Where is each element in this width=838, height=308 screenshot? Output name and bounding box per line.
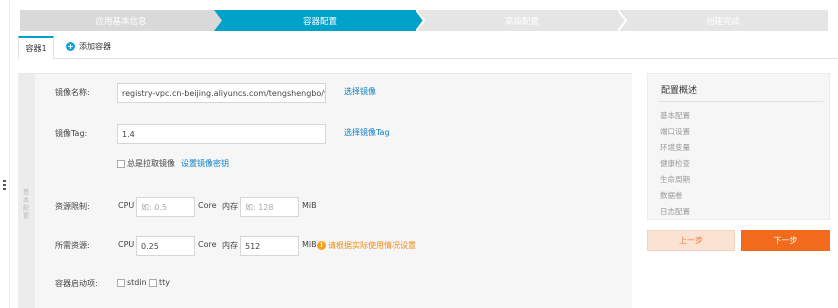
mem-limit-input[interactable]: 如: 128 [240,197,299,217]
mem-request-label: 内存 [222,241,238,250]
mem-limit-label: 内存 [222,202,238,211]
set-image-secret-link[interactable]: 设置镜像密钥 [181,158,229,169]
image-tag-input[interactable]: 1.4 [117,124,326,144]
checkbox-box[interactable] [149,278,157,287]
always-pull-checkbox[interactable]: 总是拉取镜像 [117,158,175,169]
step-progress-bar: 应用基本信息 容器配置 高级配置 创建完成 [20,10,828,31]
container-tabs: 容器1 + 添加容器 [18,36,838,60]
mem-limit-mib-label: MiB [302,201,317,210]
mem-request-mib-label: MiB [302,240,317,249]
startup-options-label: 容器启动项: [55,279,98,288]
summary-item-basic[interactable]: 基本配置 [660,110,690,121]
checkbox-box[interactable] [117,159,125,168]
add-container-button[interactable]: + 添加容器 [66,41,111,52]
cpu-limit-core-label: Core [198,201,217,210]
plus-circle-icon: + [66,42,75,51]
cpu-request-unit-label: CPU [118,240,135,249]
summary-item-lifecycle[interactable]: 生命周期 [660,174,690,185]
checkbox-box[interactable] [117,278,125,287]
previous-step-button[interactable]: 上一步 [647,230,735,251]
container-form: 基本配置 镜像名称: registry-vpc.cn-beijing.aliyu… [18,73,632,308]
cpu-request-input[interactable]: 0.25 [136,236,195,256]
image-name-input[interactable]: registry-vpc.cn-beijing.aliyuncs.com/ten… [117,83,326,103]
image-name-label: 镜像名称: [55,88,90,97]
cpu-request-core-label: Core [198,240,217,249]
section-side-strip: 基本配置 [18,74,35,308]
select-image-tag-link[interactable]: 选择镜像Tag [344,127,390,138]
summary-divider [658,101,823,102]
config-summary-panel: 配置概述 基本配置 端口设置 环境变量 健康检查 生命周期 数据卷 日志配置 [647,73,830,220]
summary-item-ports[interactable]: 端口设置 [660,126,690,137]
summary-item-volumes[interactable]: 数据卷 [660,190,683,201]
cpu-limit-input[interactable]: 如: 0.5 [136,197,195,217]
resource-limit-label: 资源限制: [55,202,90,211]
summary-item-health[interactable]: 健康检查 [660,158,690,169]
image-tag-label: 镜像Tag: [55,129,88,138]
resource-warning: ! 请根据实际使用情况设置 [317,240,416,251]
left-divider [9,0,10,308]
summary-item-logs[interactable]: 日志配置 [660,206,690,217]
select-image-link[interactable]: 选择镜像 [344,86,376,97]
tab-container-1[interactable]: 容器1 [18,36,54,60]
summary-item-env[interactable]: 环境变量 [660,142,690,153]
stdin-checkbox[interactable]: stdin [117,278,147,287]
step-container-config: 容器配置 [214,10,426,31]
step-creation-complete: 创建完成 [618,10,828,31]
cpu-limit-unit-label: CPU [118,201,135,210]
drag-handle-icon[interactable] [3,180,7,192]
tty-checkbox[interactable]: tty [149,278,170,287]
step-advanced-config: 高级配置 [416,10,628,31]
next-step-button[interactable]: 下一步 [741,230,830,251]
summary-title: 配置概述 [661,86,698,96]
section-label: 基本配置 [22,189,29,220]
mem-request-input[interactable]: 512 [240,236,299,256]
resource-request-label: 所需资源: [55,241,90,250]
warning-icon: ! [317,241,326,250]
step-app-basic-info: 应用基本信息 [20,10,222,31]
